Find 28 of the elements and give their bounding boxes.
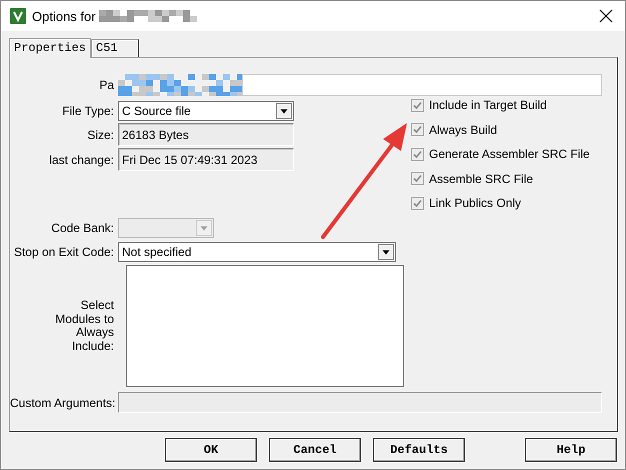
- checkbox-label: Include in Target Build: [429, 98, 547, 112]
- exit-code-dropdown[interactable]: Not specified: [118, 242, 396, 262]
- field-label: Custom Arguments:: [10, 396, 114, 410]
- window-title: Options for: [32, 8, 96, 24]
- field-label: last change:: [48, 152, 114, 166]
- close-icon[interactable]: [599, 9, 613, 23]
- field-label: Code Bank:: [50, 221, 114, 235]
- checkbox-label: Link Publics Only: [429, 196, 522, 210]
- field-label: File Type:: [61, 104, 114, 118]
- checkbox-label: Assemble SRC File: [429, 172, 534, 186]
- cancel-button[interactable]: Cancel: [269, 438, 361, 462]
- modules-list[interactable]: [126, 265, 404, 387]
- ok-button[interactable]: OK: [165, 438, 257, 462]
- field-label: Pa: [98, 78, 114, 92]
- app-icon: [10, 8, 26, 24]
- checkbox-label: Generate Assembler SRC File: [429, 147, 590, 162]
- field-label: Size:: [86, 128, 114, 142]
- file-type-dropdown[interactable]: C Source file: [118, 101, 294, 121]
- tab[interactable]: C51: [91, 39, 140, 57]
- tab[interactable]: Properties: [9, 38, 92, 58]
- help-button[interactable]: Help: [525, 438, 617, 462]
- field-label: Stop on Exit Code:: [12, 245, 114, 259]
- field-label: Select Modules to Always Include:: [54, 299, 114, 353]
- defaults-button[interactable]: Defaults: [373, 438, 465, 462]
- size-field: 26183 Bytes: [118, 123, 294, 146]
- last-change-field: Fri Dec 15 07:49:31 2023: [118, 148, 294, 171]
- path-field[interactable]: [242, 74, 602, 96]
- checkbox-label: Always Build: [429, 122, 498, 137]
